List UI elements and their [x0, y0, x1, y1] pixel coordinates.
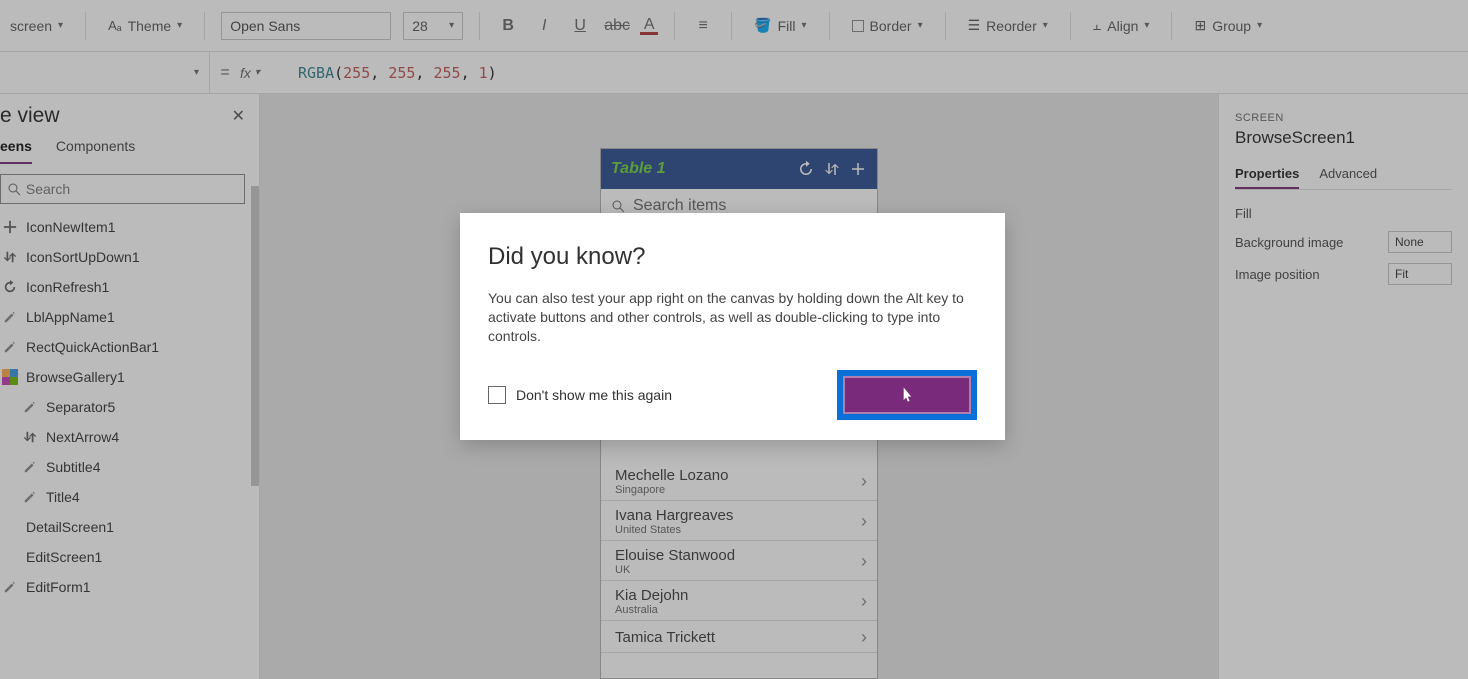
did-you-know-dialog: Did you know? You can also test your app… — [460, 213, 1005, 440]
ok-button[interactable] — [837, 370, 977, 420]
dialog-body: You can also test your app right on the … — [488, 289, 977, 346]
dialog-title: Did you know? — [488, 243, 977, 271]
dont-show-checkbox[interactable]: Don't show me this again — [488, 386, 672, 404]
cursor-icon — [897, 385, 917, 405]
checkbox-icon — [488, 386, 506, 404]
